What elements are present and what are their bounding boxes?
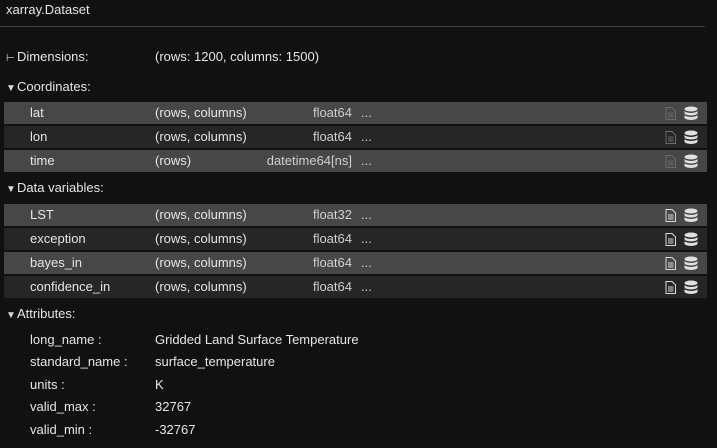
- attr-key: long_name :: [30, 332, 102, 347]
- var-dims: (rows, columns): [155, 255, 247, 270]
- header-divider: [0, 26, 705, 27]
- document-icon[interactable]: [665, 209, 676, 222]
- attr-key: valid_max :: [30, 399, 96, 414]
- var-name: exception: [30, 231, 86, 246]
- attr-value: 32767: [155, 399, 192, 414]
- data-var-row-LST[interactable]: LST (rows, columns) float32 ...: [4, 204, 707, 226]
- attr-value: -32767: [155, 422, 196, 437]
- var-dims: (rows, columns): [155, 105, 247, 120]
- attr-value: K: [155, 377, 164, 392]
- data-var-row-confidence-in[interactable]: confidence_in (rows, columns) float64 ..…: [4, 276, 707, 298]
- var-name: bayes_in: [30, 255, 83, 270]
- var-name: time: [30, 153, 55, 168]
- triangle-down-icon: ▼: [6, 184, 16, 195]
- dataset-repr: xarray.Dataset ⊢ Dimensions: (rows: 1200,…: [0, 0, 717, 448]
- section-data-variables[interactable]: ▼Data variables:: [6, 179, 104, 197]
- var-dtype: float64: [312, 105, 352, 120]
- var-preview: ...: [361, 231, 372, 246]
- document-icon[interactable]: [665, 281, 676, 294]
- var-dtype: float64: [312, 231, 352, 246]
- var-preview: ...: [361, 207, 372, 222]
- var-dims: (rows, columns): [155, 207, 247, 222]
- var-dims: (rows, columns): [155, 231, 247, 246]
- document-icon[interactable]: [665, 233, 676, 246]
- var-preview: ...: [361, 153, 372, 168]
- document-icon[interactable]: [665, 107, 676, 120]
- data-var-row-exception[interactable]: exception (rows, columns) float64 ...: [4, 228, 707, 250]
- var-dtype: float32: [312, 207, 352, 222]
- attr-key: valid_min :: [30, 422, 93, 437]
- coordinates-label: Coordinates:: [17, 79, 91, 94]
- database-icon[interactable]: [684, 280, 698, 295]
- attr-value: surface_temperature: [155, 354, 275, 369]
- var-dims: (rows, columns): [155, 129, 247, 144]
- coord-row-time[interactable]: time (rows) datetime64[ns] ...: [4, 150, 707, 172]
- coord-row-lon[interactable]: lon (rows, columns) float64 ...: [4, 126, 707, 148]
- database-icon[interactable]: [684, 256, 698, 271]
- document-icon[interactable]: [665, 131, 676, 144]
- var-preview: ...: [361, 279, 372, 294]
- database-icon[interactable]: [684, 154, 698, 169]
- attr-value: Gridded Land Surface Temperature: [155, 332, 359, 347]
- section-attributes[interactable]: ▼Attributes:: [6, 305, 76, 323]
- attr-key: standard_name :: [30, 354, 128, 369]
- var-dims: (rows): [155, 153, 192, 168]
- var-preview: ...: [361, 255, 372, 270]
- document-icon[interactable]: [665, 257, 676, 270]
- data-variables-label: Data variables:: [17, 180, 104, 195]
- data-var-row-bayes-in[interactable]: bayes_in (rows, columns) float64 ...: [4, 252, 707, 274]
- var-dtype: float64: [312, 279, 352, 294]
- database-icon[interactable]: [684, 130, 698, 145]
- database-icon[interactable]: [684, 106, 698, 121]
- document-icon[interactable]: [665, 155, 676, 168]
- var-name: lat: [30, 105, 44, 120]
- var-name: LST: [30, 207, 54, 222]
- dash-arrow-icon: ⊢: [6, 53, 15, 64]
- coord-row-lat[interactable]: lat (rows, columns) float64 ...: [4, 102, 707, 124]
- dimensions-value: (rows: 1200, columns: 1500): [155, 49, 320, 64]
- dataset-type-title: xarray.Dataset: [6, 2, 90, 17]
- database-icon[interactable]: [684, 232, 698, 247]
- dimensions-label: Dimensions:: [17, 49, 89, 64]
- section-dimensions[interactable]: ⊢ Dimensions:: [6, 48, 89, 66]
- var-dtype: datetime64[ns]: [266, 153, 352, 168]
- var-dims: (rows, columns): [155, 279, 247, 294]
- var-preview: ...: [361, 129, 372, 144]
- triangle-down-icon: ▼: [6, 310, 16, 321]
- database-icon[interactable]: [684, 208, 698, 223]
- var-preview: ...: [361, 105, 372, 120]
- var-name: confidence_in: [30, 279, 111, 294]
- var-name: lon: [30, 129, 48, 144]
- triangle-down-icon: ▼: [6, 83, 16, 94]
- attributes-label: Attributes:: [17, 306, 76, 321]
- section-coordinates[interactable]: ▼Coordinates:: [6, 78, 91, 96]
- var-dtype: float64: [312, 255, 352, 270]
- attr-key: units :: [30, 377, 65, 392]
- var-dtype: float64: [312, 129, 352, 144]
